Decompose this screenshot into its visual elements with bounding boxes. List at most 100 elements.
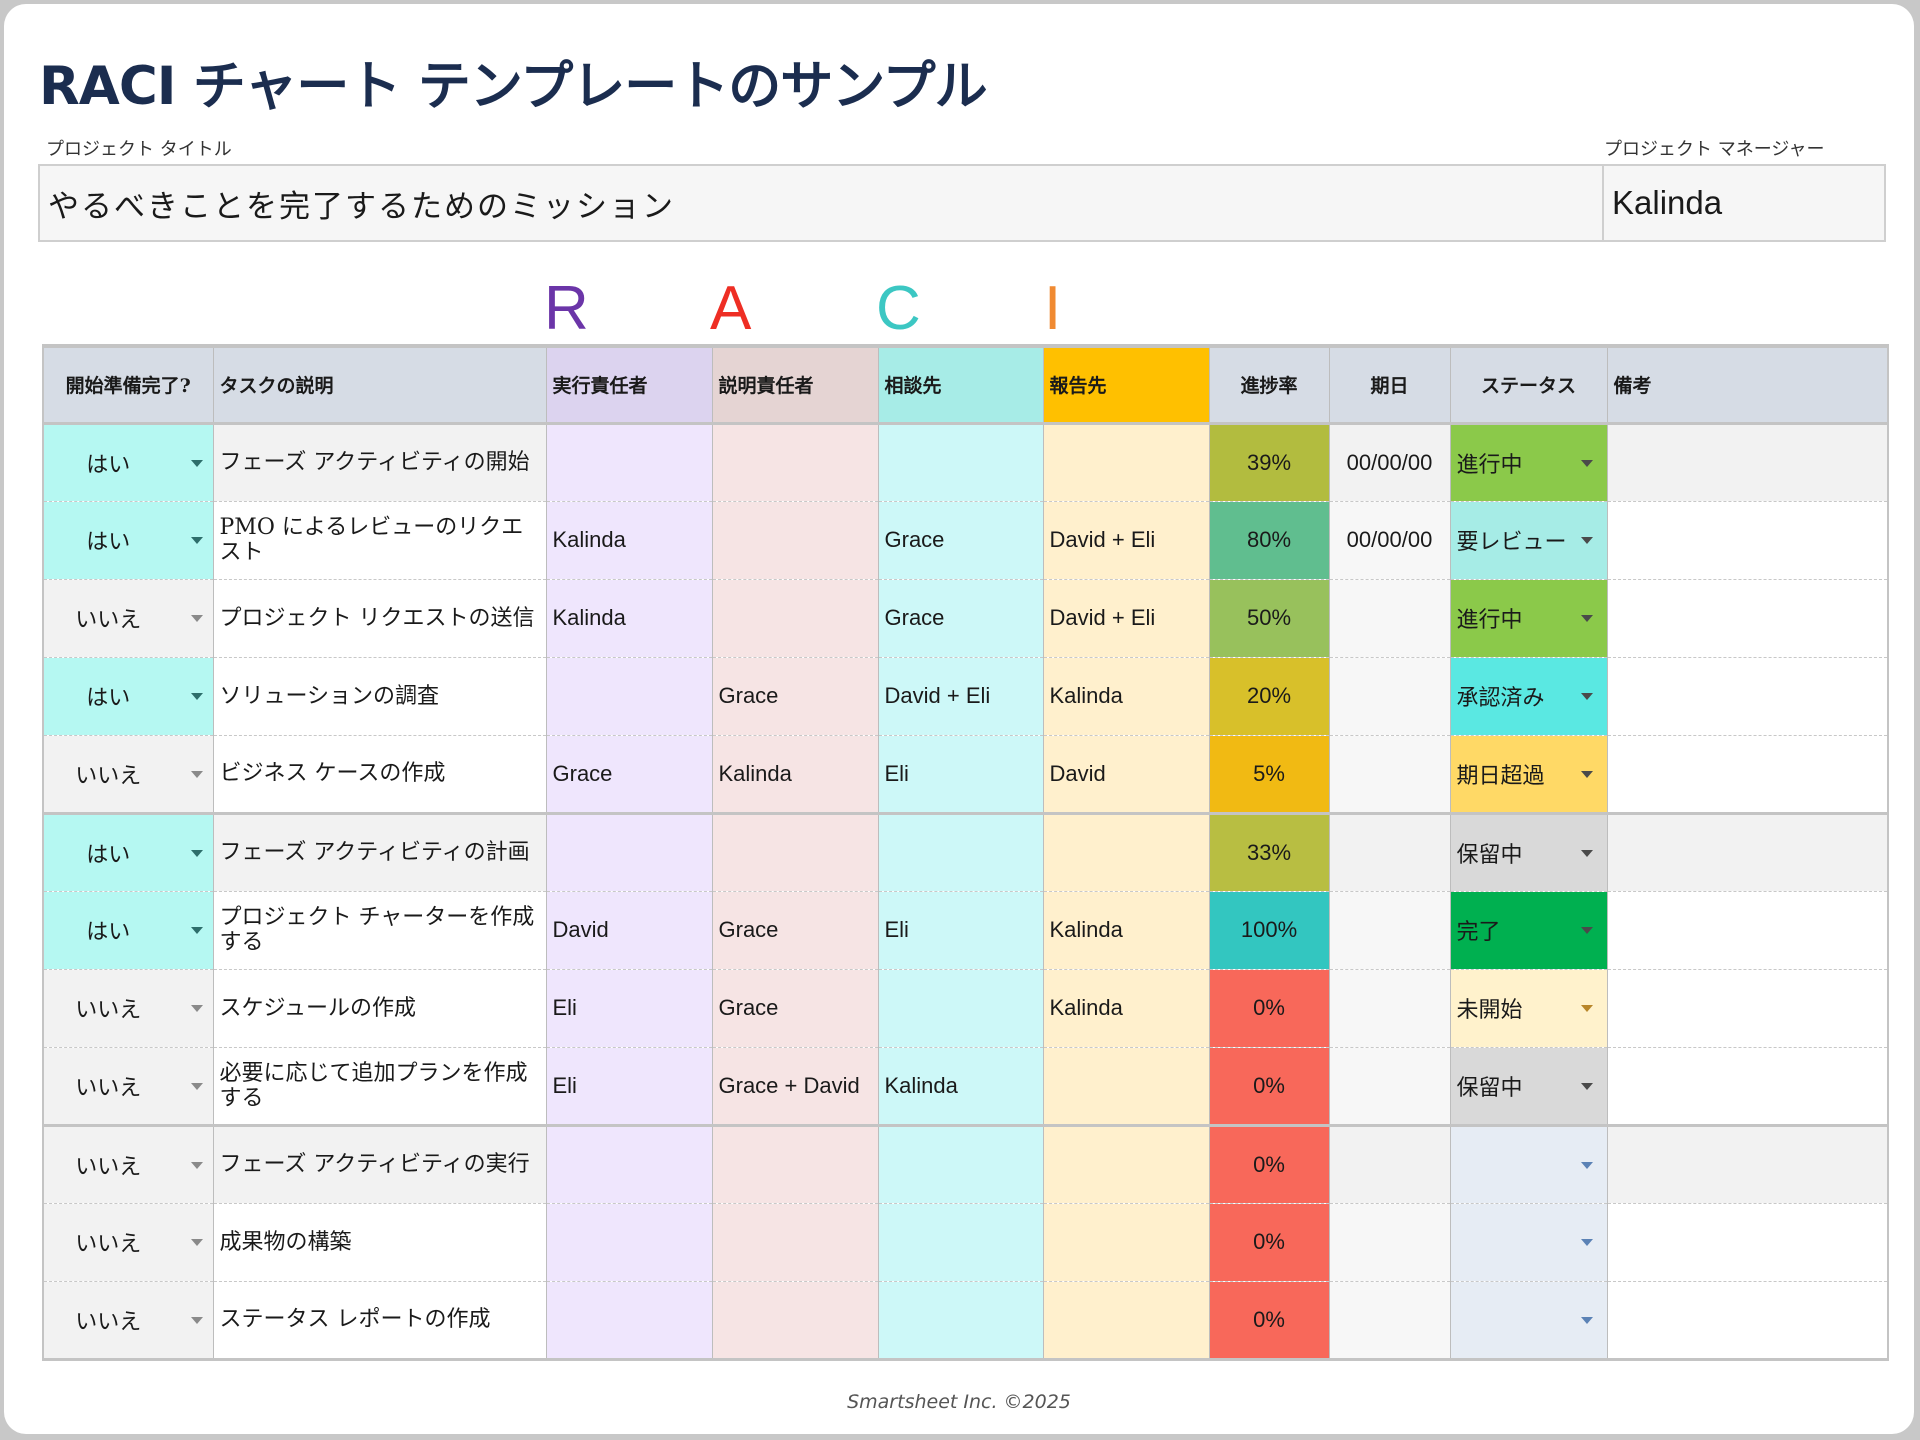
informed-cell[interactable]: Kalinda [1043, 657, 1210, 736]
due-date-cell[interactable] [1329, 969, 1451, 1048]
responsible-cell[interactable] [546, 423, 713, 502]
ready-dropdown[interactable]: はい [42, 657, 214, 736]
notes-cell[interactable] [1607, 1281, 1889, 1361]
accountable-cell[interactable]: Grace [712, 891, 879, 970]
ready-dropdown[interactable]: いいえ [42, 969, 214, 1048]
accountable-cell[interactable] [712, 1125, 879, 1204]
ready-dropdown[interactable]: はい [42, 501, 214, 580]
informed-cell[interactable]: David + Eli [1043, 501, 1210, 580]
responsible-cell[interactable] [546, 1125, 713, 1204]
ready-dropdown[interactable]: いいえ [42, 1281, 214, 1361]
ready-dropdown[interactable]: はい [42, 423, 214, 502]
due-date-cell[interactable] [1329, 579, 1451, 658]
progress-cell[interactable]: 0% [1209, 1047, 1330, 1127]
ready-dropdown[interactable]: はい [42, 891, 214, 970]
accountable-cell[interactable] [712, 1203, 879, 1282]
responsible-cell[interactable] [546, 1203, 713, 1282]
responsible-cell[interactable] [546, 657, 713, 736]
status-dropdown[interactable]: 完了 [1450, 891, 1608, 970]
notes-cell[interactable] [1607, 969, 1889, 1048]
status-dropdown[interactable] [1450, 1281, 1608, 1361]
status-dropdown[interactable]: 承認済み [1450, 657, 1608, 736]
status-dropdown[interactable]: 進行中 [1450, 423, 1608, 502]
progress-cell[interactable]: 20% [1209, 657, 1330, 736]
project-title-field[interactable]: やるべきことを完了するためのミッション [38, 164, 1604, 242]
due-date-cell[interactable]: 00/00/00 [1329, 423, 1451, 502]
consulted-cell[interactable]: David + Eli [878, 657, 1044, 736]
task-cell[interactable]: プロジェクト リクエストの送信 [213, 579, 547, 658]
notes-cell[interactable] [1607, 423, 1889, 502]
notes-cell[interactable] [1607, 657, 1889, 736]
progress-cell[interactable]: 100% [1209, 891, 1330, 970]
progress-cell[interactable]: 0% [1209, 1125, 1330, 1204]
progress-cell[interactable]: 80% [1209, 501, 1330, 580]
accountable-cell[interactable] [712, 1281, 879, 1361]
responsible-cell[interactable]: Eli [546, 969, 713, 1048]
due-date-cell[interactable] [1329, 735, 1451, 815]
responsible-cell[interactable] [546, 813, 713, 892]
task-cell[interactable]: プロジェクト チャーターを作成する [213, 891, 547, 970]
responsible-cell[interactable]: Grace [546, 735, 713, 815]
informed-cell[interactable] [1043, 1047, 1210, 1127]
task-cell[interactable]: フェーズ アクティビティの開始 [213, 423, 547, 502]
consulted-cell[interactable] [878, 813, 1044, 892]
responsible-cell[interactable]: Kalinda [546, 501, 713, 580]
accountable-cell[interactable] [712, 423, 879, 502]
task-cell[interactable]: ステータス レポートの作成 [213, 1281, 547, 1361]
consulted-cell[interactable]: Eli [878, 735, 1044, 815]
consulted-cell[interactable] [878, 969, 1044, 1048]
task-cell[interactable]: PMO によるレビューのリクエスト [213, 501, 547, 580]
ready-dropdown[interactable]: いいえ [42, 1125, 214, 1204]
accountable-cell[interactable]: Grace + David [712, 1047, 879, 1127]
progress-cell[interactable]: 50% [1209, 579, 1330, 658]
consulted-cell[interactable] [878, 423, 1044, 502]
due-date-cell[interactable] [1329, 813, 1451, 892]
consulted-cell[interactable] [878, 1281, 1044, 1361]
consulted-cell[interactable] [878, 1203, 1044, 1282]
notes-cell[interactable] [1607, 579, 1889, 658]
due-date-cell[interactable] [1329, 1047, 1451, 1127]
consulted-cell[interactable]: Eli [878, 891, 1044, 970]
ready-dropdown[interactable]: いいえ [42, 579, 214, 658]
progress-cell[interactable]: 0% [1209, 1281, 1330, 1361]
informed-cell[interactable]: David [1043, 735, 1210, 815]
accountable-cell[interactable]: Grace [712, 969, 879, 1048]
informed-cell[interactable] [1043, 1281, 1210, 1361]
ready-dropdown[interactable]: いいえ [42, 1047, 214, 1127]
progress-cell[interactable]: 0% [1209, 1203, 1330, 1282]
task-cell[interactable]: スケジュールの作成 [213, 969, 547, 1048]
informed-cell[interactable] [1043, 1125, 1210, 1204]
task-cell[interactable]: 必要に応じて追加プランを作成する [213, 1047, 547, 1127]
status-dropdown[interactable] [1450, 1203, 1608, 1282]
due-date-cell[interactable]: 00/00/00 [1329, 501, 1451, 580]
task-cell[interactable]: ビジネス ケースの作成 [213, 735, 547, 815]
status-dropdown[interactable]: 保留中 [1450, 1047, 1608, 1127]
informed-cell[interactable]: Kalinda [1043, 891, 1210, 970]
status-dropdown[interactable]: 要レビュー [1450, 501, 1608, 580]
consulted-cell[interactable]: Grace [878, 501, 1044, 580]
due-date-cell[interactable] [1329, 1203, 1451, 1282]
progress-cell[interactable]: 33% [1209, 813, 1330, 892]
ready-dropdown[interactable]: はい [42, 813, 214, 892]
notes-cell[interactable] [1607, 735, 1889, 815]
responsible-cell[interactable]: David [546, 891, 713, 970]
status-dropdown[interactable] [1450, 1125, 1608, 1204]
notes-cell[interactable] [1607, 891, 1889, 970]
task-cell[interactable]: ソリューションの調査 [213, 657, 547, 736]
due-date-cell[interactable] [1329, 657, 1451, 736]
status-dropdown[interactable]: 進行中 [1450, 579, 1608, 658]
ready-dropdown[interactable]: いいえ [42, 735, 214, 815]
notes-cell[interactable] [1607, 813, 1889, 892]
accountable-cell[interactable]: Grace [712, 657, 879, 736]
consulted-cell[interactable]: Kalinda [878, 1047, 1044, 1127]
project-manager-field[interactable]: Kalinda [1602, 164, 1886, 242]
informed-cell[interactable] [1043, 1203, 1210, 1282]
notes-cell[interactable] [1607, 1125, 1889, 1204]
notes-cell[interactable] [1607, 501, 1889, 580]
informed-cell[interactable] [1043, 423, 1210, 502]
informed-cell[interactable]: David + Eli [1043, 579, 1210, 658]
task-cell[interactable]: フェーズ アクティビティの実行 [213, 1125, 547, 1204]
notes-cell[interactable] [1607, 1203, 1889, 1282]
due-date-cell[interactable] [1329, 1281, 1451, 1361]
task-cell[interactable]: 成果物の構築 [213, 1203, 547, 1282]
